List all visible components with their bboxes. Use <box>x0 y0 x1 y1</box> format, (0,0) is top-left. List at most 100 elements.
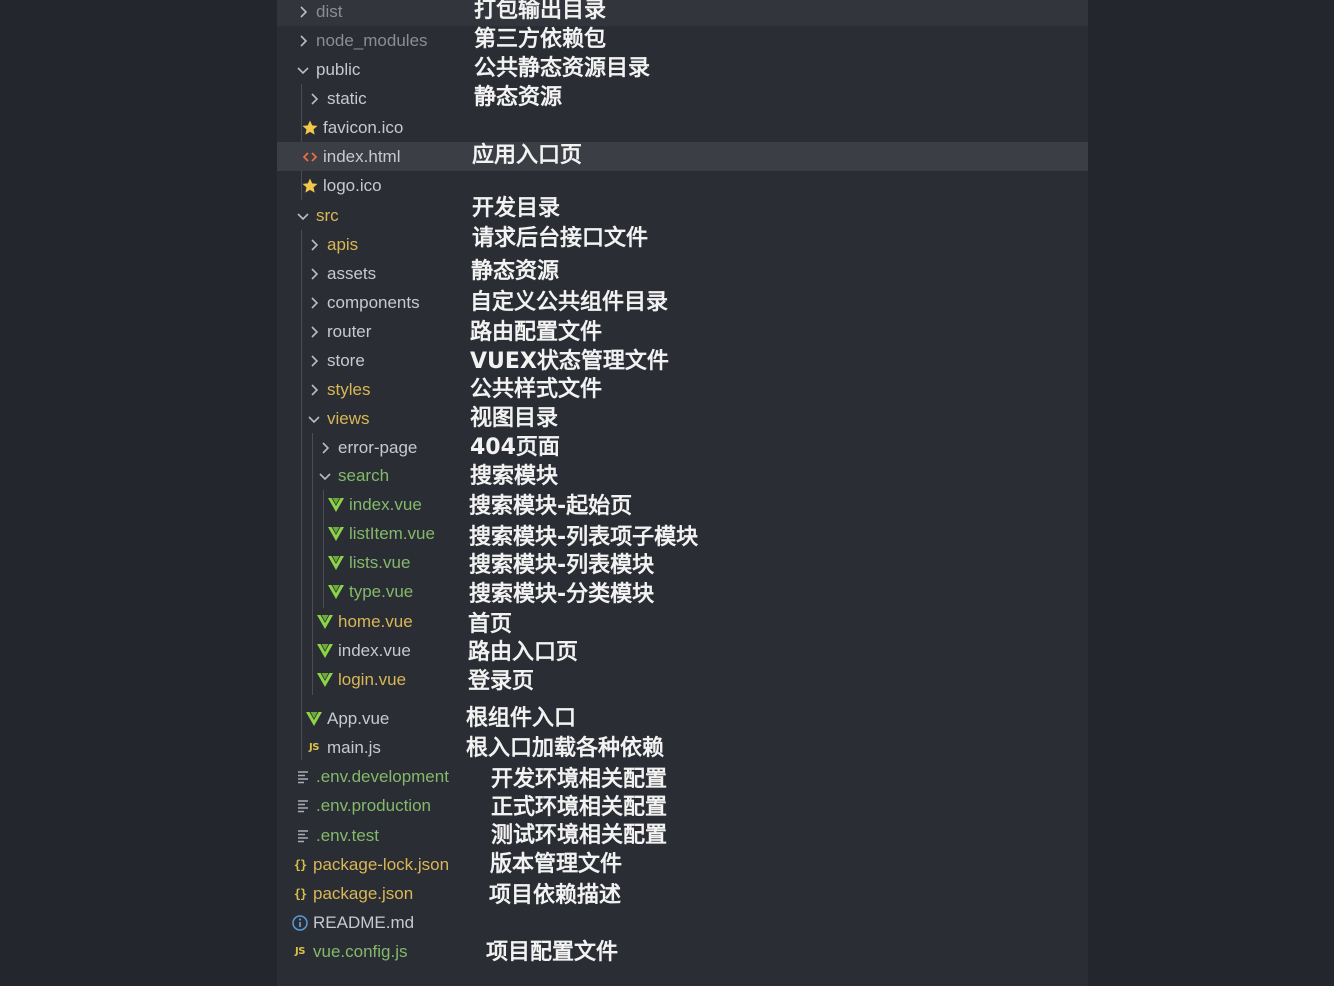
tree-item-label: .env.test <box>316 825 379 845</box>
tree-row-views[interactable]: views <box>277 404 1088 433</box>
tree-item-label: type.vue <box>349 581 414 601</box>
tree-item-label: assets <box>327 263 377 283</box>
tree-row-src[interactable]: src <box>277 201 1088 230</box>
vue-icon <box>316 671 334 689</box>
tree-row-views-index-vue[interactable]: index.vue <box>277 636 1088 665</box>
tree-item-label: README.md <box>313 912 415 932</box>
tree-item-label: static <box>327 88 367 108</box>
js-icon: JS <box>309 742 319 753</box>
annotation-search: 搜索模块 <box>470 464 559 489</box>
annotation-dist: 打包输出目录 <box>474 0 607 23</box>
annotation-error-page: 404页面 <box>470 435 560 460</box>
tree-row-logo[interactable]: logo.ico <box>277 171 1088 200</box>
annotation-router: 路由配置文件 <box>470 320 603 345</box>
annotation-env-production: 正式环境相关配置 <box>491 795 668 820</box>
chevron-right-icon <box>305 294 323 312</box>
tree-item-label: App.vue <box>327 708 390 728</box>
tree-item-label: vue.config.js <box>313 941 408 961</box>
tree-item-label: store <box>327 350 365 370</box>
tree-item-label: index.vue <box>338 640 411 660</box>
annotation-views: 视图目录 <box>470 406 559 431</box>
chevron-down-icon <box>316 467 334 485</box>
tree-row-env-production[interactable]: .env.production <box>277 791 1088 820</box>
tree-row-env-development[interactable]: .env.development <box>277 762 1088 791</box>
tree-item-label: index.vue <box>349 494 422 514</box>
tree-item-label: dist <box>316 1 343 21</box>
tree-row-readme[interactable]: README.md <box>277 908 1088 937</box>
tree-item-label: styles <box>327 379 371 399</box>
annotation-type-vue: 搜索模块-分类模块 <box>469 582 655 607</box>
tree-row-assets[interactable]: assets <box>277 259 1088 288</box>
tree-row-lists-vue[interactable]: lists.vue <box>277 548 1088 577</box>
chevron-right-icon <box>294 32 312 50</box>
tree-row-type-vue[interactable]: type.vue <box>277 577 1088 606</box>
explorer-panel: dist 打包输出目录 node_modules 第三方依赖包 public 公… <box>277 0 1088 986</box>
tree-item-label: public <box>316 59 361 79</box>
tree-item-label: listItem.vue <box>349 523 435 543</box>
annotation-main-js: 根入口加载各种依赖 <box>466 736 665 761</box>
tree-row-router[interactable]: router <box>277 317 1088 346</box>
tree-item-label: package.json <box>313 883 414 903</box>
tree-item-label: login.vue <box>338 669 407 689</box>
tree-item-label: search <box>338 465 390 485</box>
tree-item-label: home.vue <box>338 611 413 631</box>
json-icon: {} <box>293 857 307 872</box>
tree-row-search-index-vue[interactable]: index.vue <box>277 490 1088 519</box>
chevron-right-icon <box>305 265 323 283</box>
tree-row-dist[interactable]: dist <box>277 0 1088 26</box>
tree-item-label: logo.ico <box>323 175 382 195</box>
tree-item-label: favicon.ico <box>323 117 404 137</box>
chevron-right-icon <box>305 352 323 370</box>
tree-row-components[interactable]: components <box>277 288 1088 317</box>
chevron-down-icon <box>305 410 323 428</box>
annotation-assets: 静态资源 <box>471 259 560 284</box>
vue-icon <box>327 554 345 572</box>
tree-row-public[interactable]: public <box>277 55 1088 84</box>
vue-icon <box>327 496 345 514</box>
tree-row-package-json[interactable]: {} package.json <box>277 879 1088 908</box>
tree-item-label: node_modules <box>316 30 428 50</box>
tree-row-env-test[interactable]: .env.test <box>277 821 1088 850</box>
tree-item-label: src <box>316 205 339 225</box>
annotation-index-html: 应用入口页 <box>472 143 583 168</box>
annotation-src: 开发目录 <box>472 196 561 221</box>
annotation-home-vue: 首页 <box>468 612 513 637</box>
tree-row-login-vue[interactable]: login.vue <box>277 665 1088 694</box>
tree-row-search[interactable]: search <box>277 461 1088 490</box>
tree-row-store[interactable]: store <box>277 346 1088 375</box>
chevron-right-icon <box>305 381 323 399</box>
tree-row-node-modules[interactable]: node_modules <box>277 26 1088 55</box>
annotation-search-index-vue: 搜索模块-起始页 <box>469 494 633 519</box>
tree-row-styles[interactable]: styles <box>277 375 1088 404</box>
tree-row-vue-config-js[interactable]: JS vue.config.js <box>277 937 1088 966</box>
annotation-env-test: 测试环境相关配置 <box>491 823 668 848</box>
annotation-vue-config-js: 项目配置文件 <box>486 940 619 965</box>
env-file-icon <box>294 768 312 786</box>
chevron-right-icon <box>305 323 323 341</box>
tree-row-static[interactable]: static <box>277 84 1088 113</box>
annotation-node-modules: 第三方依赖包 <box>474 27 607 52</box>
vue-icon <box>316 613 334 631</box>
tree-item-label: error-page <box>338 437 418 457</box>
annotation-public: 公共静态资源目录 <box>474 56 651 81</box>
vue-icon <box>327 525 345 543</box>
tree-row-error-page[interactable]: error-page <box>277 433 1088 462</box>
annotation-package-json: 项目依赖描述 <box>489 883 622 908</box>
annotation-apis: 请求后台接口文件 <box>472 226 649 251</box>
tree-row-main-js[interactable]: JS main.js <box>277 733 1088 762</box>
tree-item-label: package-lock.json <box>313 854 450 874</box>
tree-item-label: index.html <box>323 146 401 166</box>
tree-row-home-vue[interactable]: home.vue <box>277 607 1088 636</box>
annotation-login-vue: 登录页 <box>468 669 535 694</box>
tree-row-favicon[interactable]: favicon.ico <box>277 113 1088 142</box>
tree-row-package-lock-json[interactable]: {} package-lock.json <box>277 850 1088 879</box>
star-icon <box>301 177 319 195</box>
annotation-views-index-vue: 路由入口页 <box>468 640 579 665</box>
tree-item-label: .env.production <box>316 795 431 815</box>
tree-item-label: router <box>327 321 372 341</box>
tree-row-apis[interactable]: apis <box>277 230 1088 259</box>
json-icon: {} <box>293 886 307 901</box>
annotation-styles: 公共样式文件 <box>470 377 603 402</box>
tree-row-app-vue[interactable]: App.vue <box>277 704 1088 733</box>
tree-row-index-html[interactable]: index.html <box>277 142 1088 171</box>
